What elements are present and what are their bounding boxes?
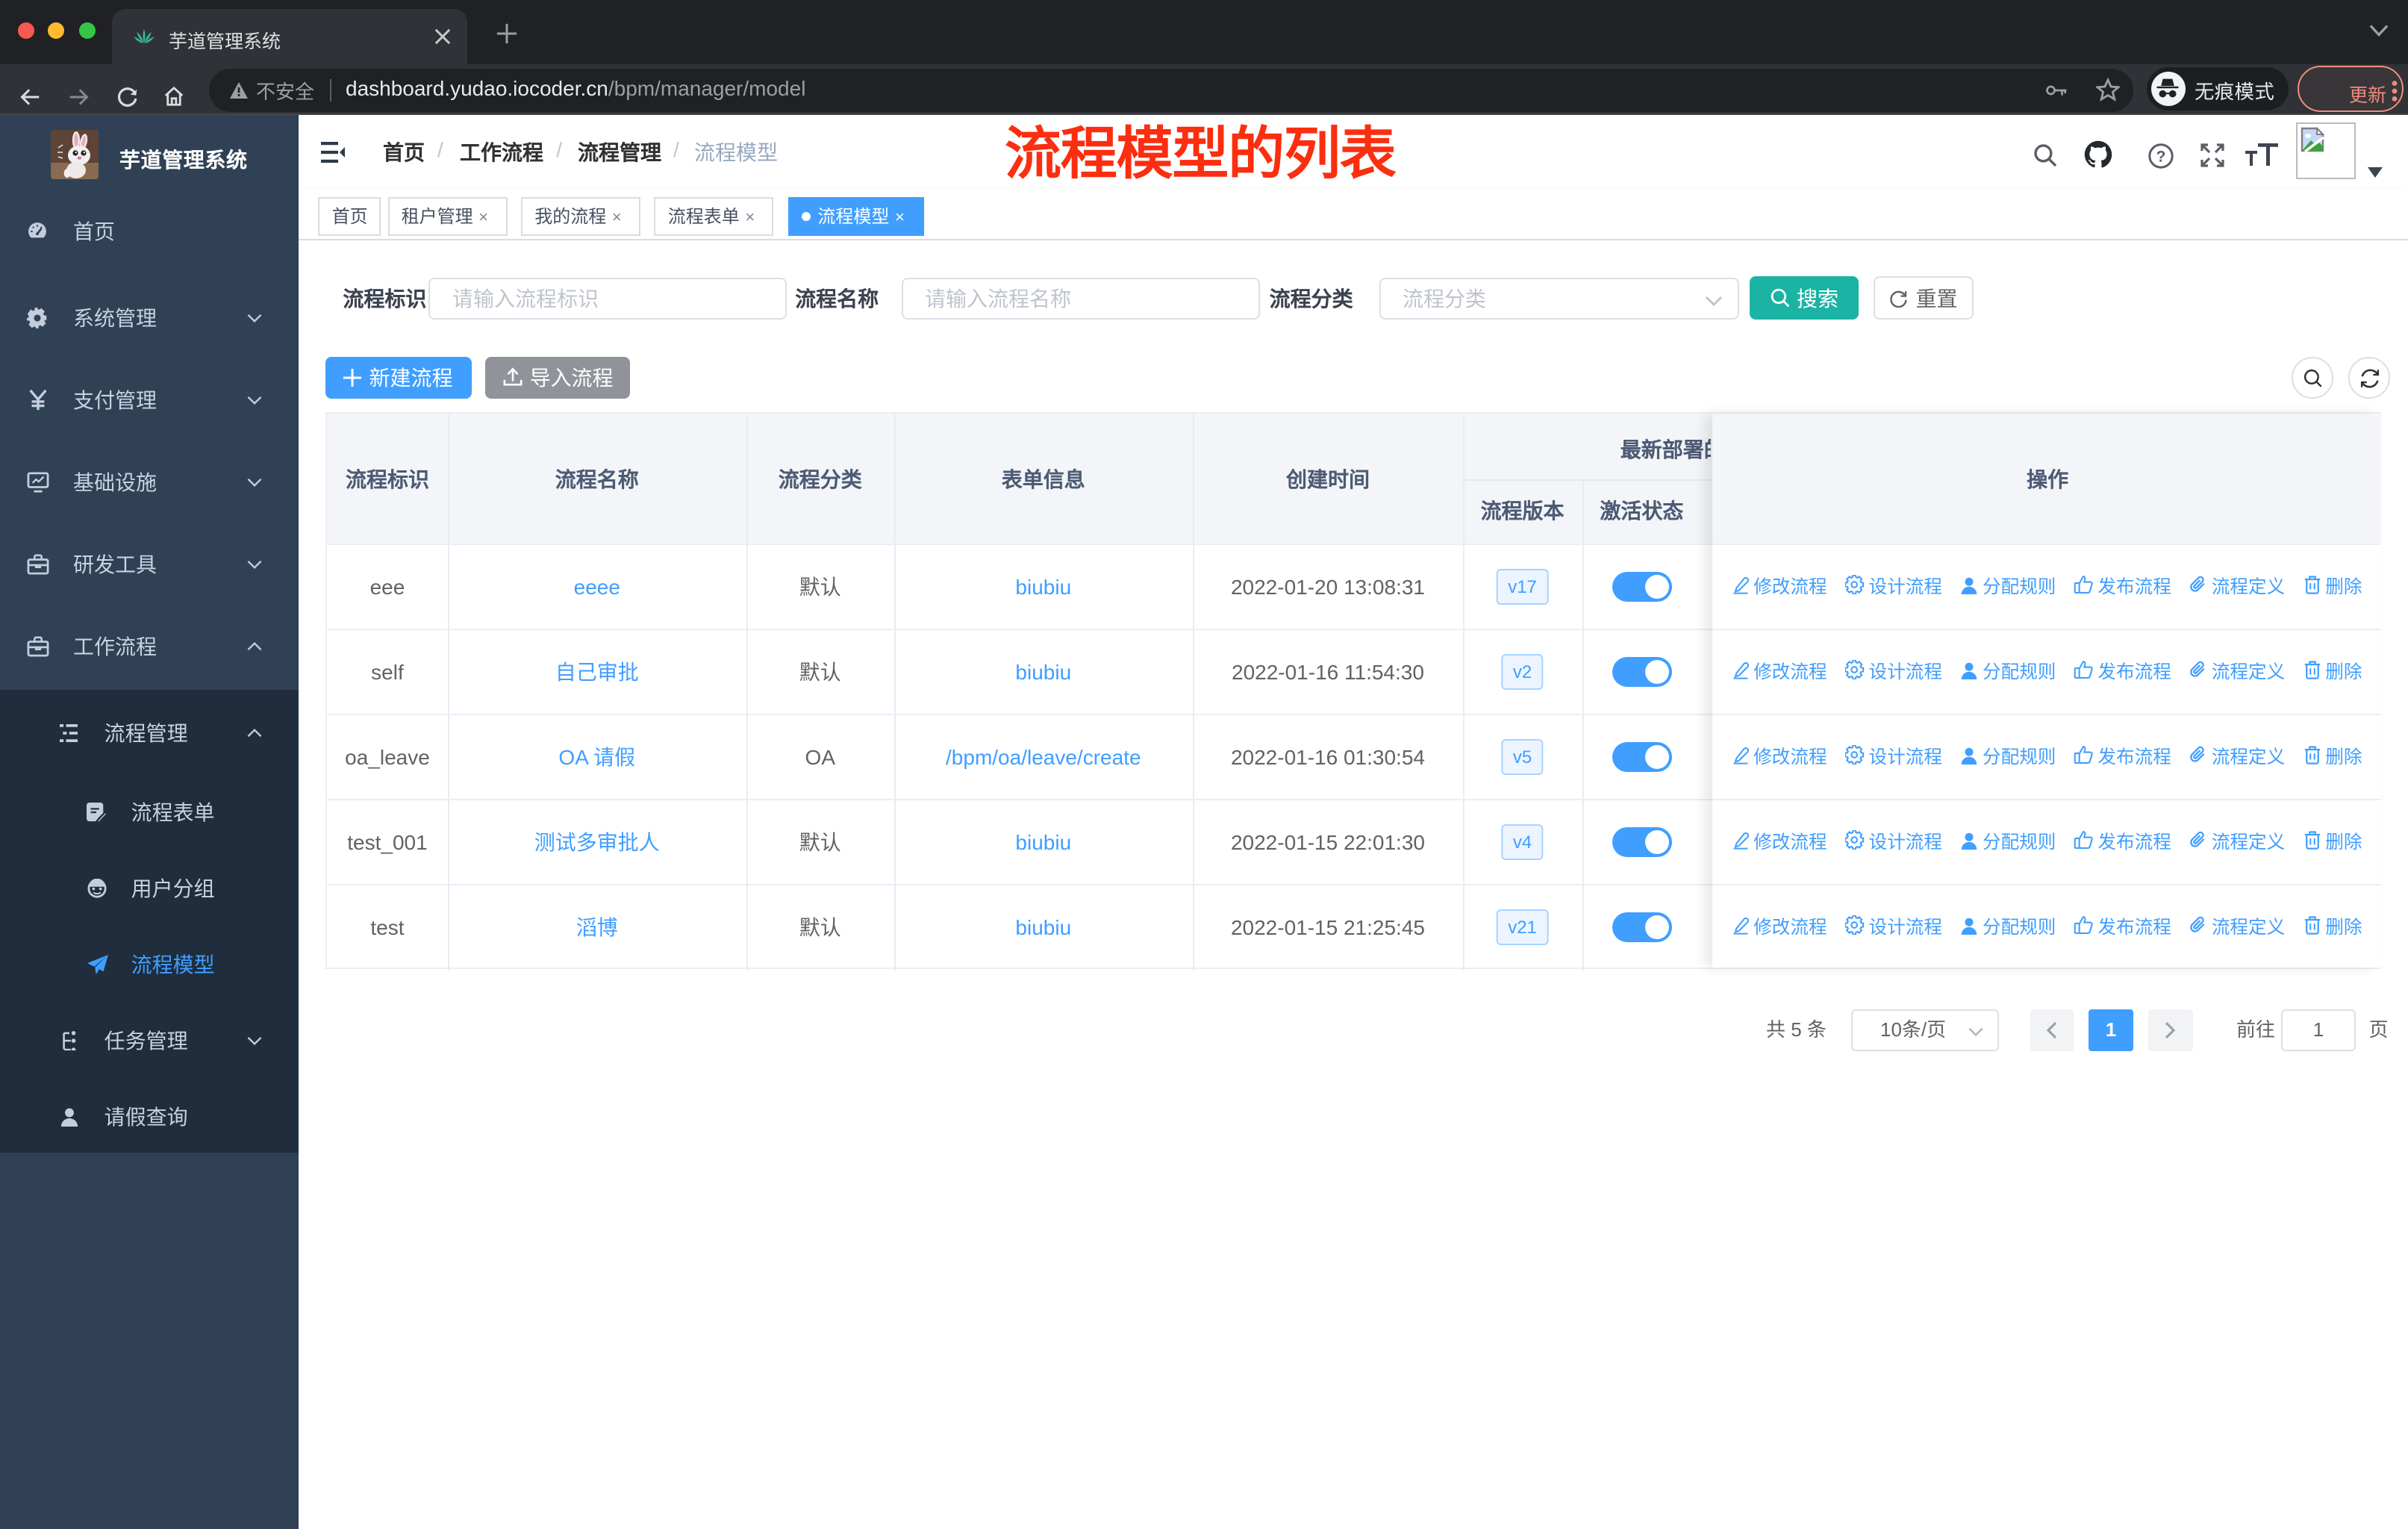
svg-text:?: ?: [2156, 147, 2166, 164]
